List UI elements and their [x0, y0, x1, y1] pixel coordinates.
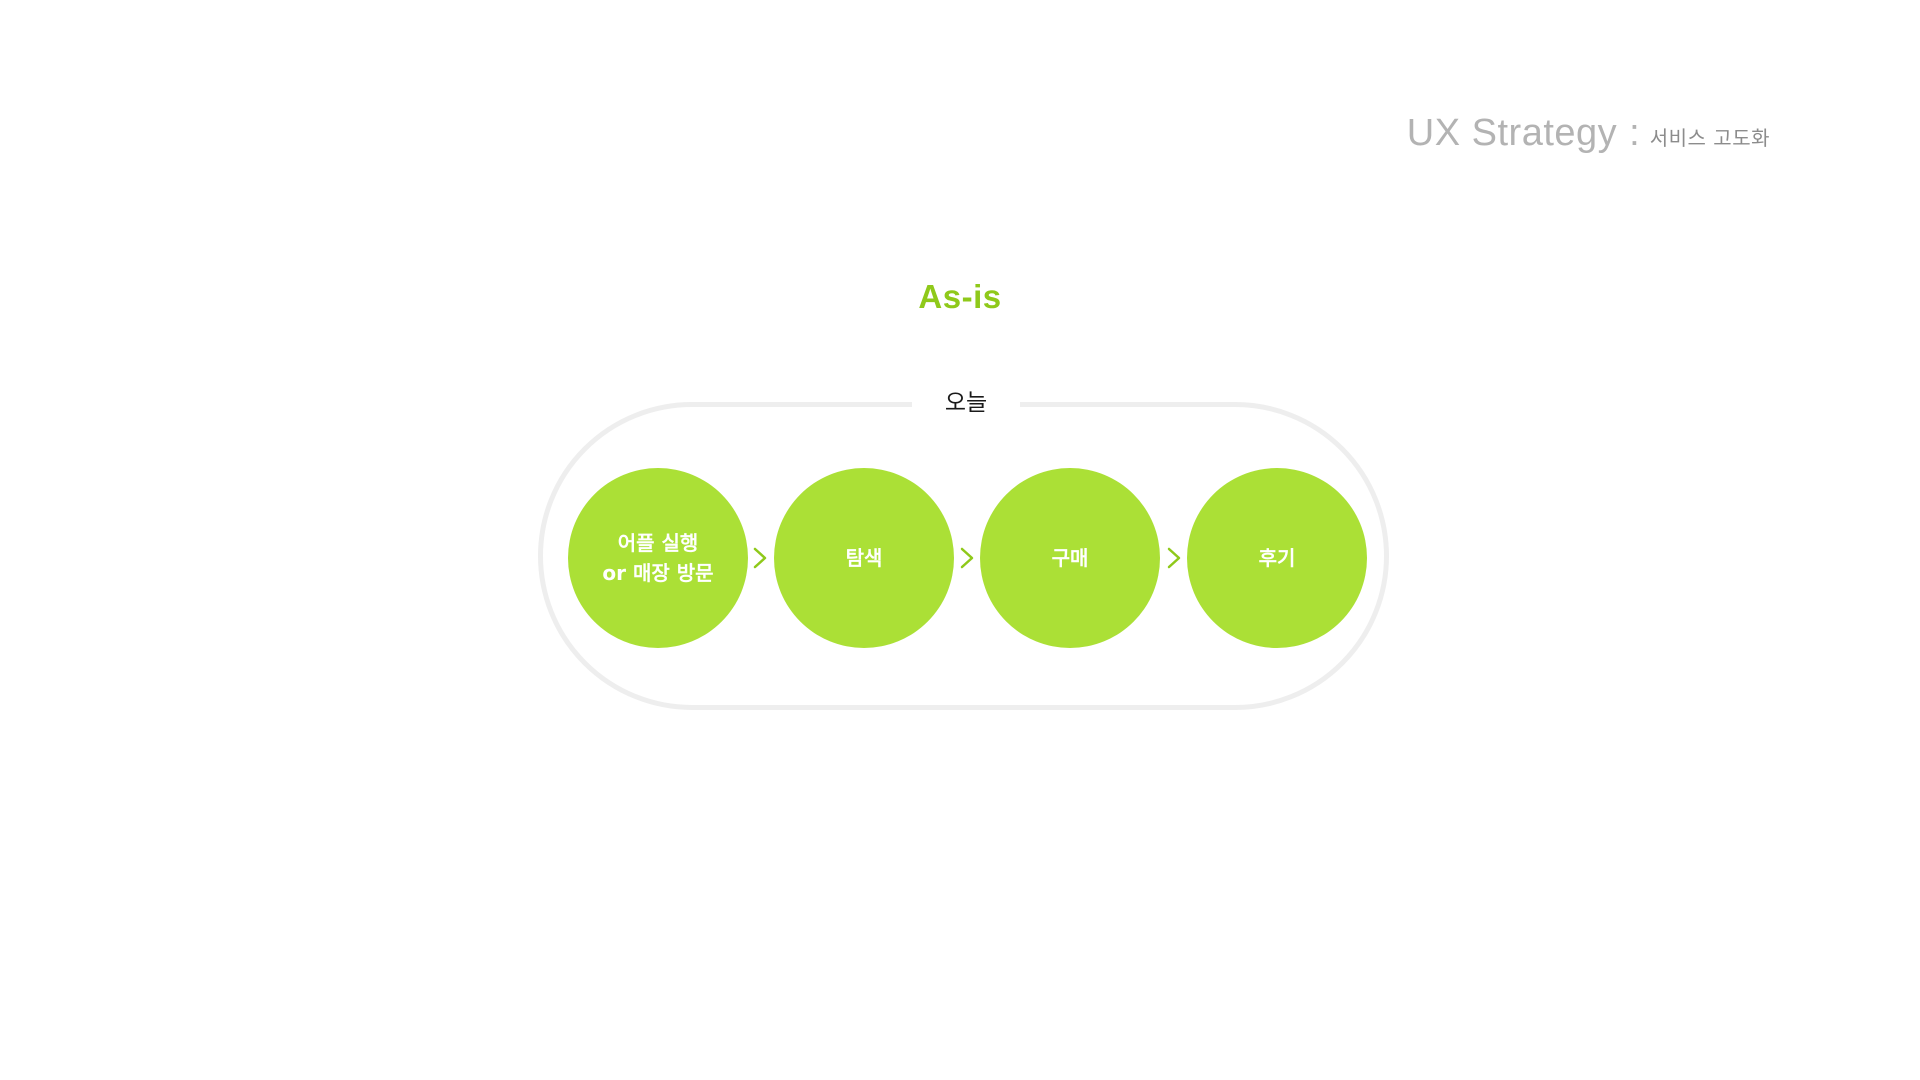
step-app-launch-or-store-visit: 어플 실행 or 매장 방문 — [568, 468, 748, 648]
chevron-right-icon — [960, 547, 974, 569]
chevron-right-icon — [753, 547, 767, 569]
step-label: 어플 실행 or 매장 방문 — [602, 531, 714, 585]
step-review: 후기 — [1187, 468, 1367, 648]
header-subtitle: 서비스 고도화 — [1649, 126, 1770, 150]
header-main-title: UX Strategy — [1406, 112, 1618, 154]
header-separator: : — [1629, 112, 1640, 154]
step-purchase: 구매 — [980, 468, 1160, 648]
section-title: As-is — [918, 278, 1002, 315]
step-explore: 탐색 — [774, 468, 954, 648]
step-label: 탐색 — [845, 546, 883, 570]
journey-group-label: 오늘 — [912, 383, 1020, 423]
step-label: 구매 — [1051, 546, 1089, 570]
chevron-right-icon — [1167, 547, 1181, 569]
step-label: 후기 — [1258, 546, 1296, 570]
header-title: UX Strategy : 서비스 고도화 — [1407, 112, 1770, 155]
